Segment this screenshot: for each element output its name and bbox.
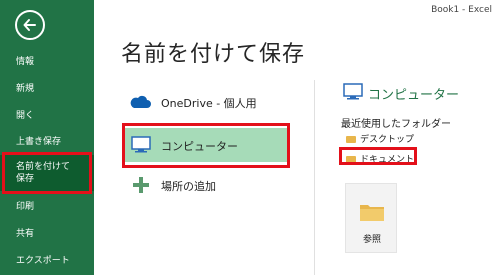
folder-icon xyxy=(346,136,356,143)
back-button[interactable] xyxy=(15,10,45,40)
recent-folders-label: 最近使用したフォルダー xyxy=(341,119,451,130)
back-arrow-icon xyxy=(23,19,36,31)
browse-button[interactable]: 参照 xyxy=(345,183,397,253)
highlight-box-computer xyxy=(122,123,290,168)
folder-icon xyxy=(360,205,384,221)
location-add[interactable]: 場所の追加 xyxy=(124,168,288,202)
browse-label: 参照 xyxy=(362,235,381,245)
nav-save[interactable]: 上書き保存 xyxy=(0,136,94,148)
location-onedrive[interactable]: OneDrive - 個人用 xyxy=(124,85,288,119)
location-onedrive-label: OneDrive - 個人用 xyxy=(161,97,257,110)
nav-info[interactable]: 情報 xyxy=(0,56,94,68)
page-title: 名前を付けて保存 xyxy=(121,42,306,67)
highlight-box-save-as xyxy=(2,152,92,194)
nav-export[interactable]: エクスポート xyxy=(0,255,94,267)
nav-print[interactable]: 印刷 xyxy=(0,201,94,213)
window-title: Book1 - Excel xyxy=(431,5,492,15)
nav-new[interactable]: 新規 xyxy=(0,83,94,95)
folder-desktop-label: デスクトップ xyxy=(360,135,415,145)
panel-divider xyxy=(314,80,315,275)
right-panel-title: コンピューター xyxy=(368,88,460,103)
location-add-label: 場所の追加 xyxy=(161,180,216,193)
computer-icon xyxy=(343,83,363,100)
nav-share[interactable]: 共有 xyxy=(0,228,94,240)
plus-icon xyxy=(133,177,149,193)
folder-desktop[interactable]: デスクトップ xyxy=(346,132,414,145)
backstage-sidebar: 情報 新規 開く 上書き保存 名前を付けて 保存 印刷 共有 エクスポート xyxy=(0,0,94,275)
cloud-icon xyxy=(130,95,151,108)
highlight-box-documents xyxy=(339,147,417,165)
nav-open[interactable]: 開く xyxy=(0,110,94,122)
